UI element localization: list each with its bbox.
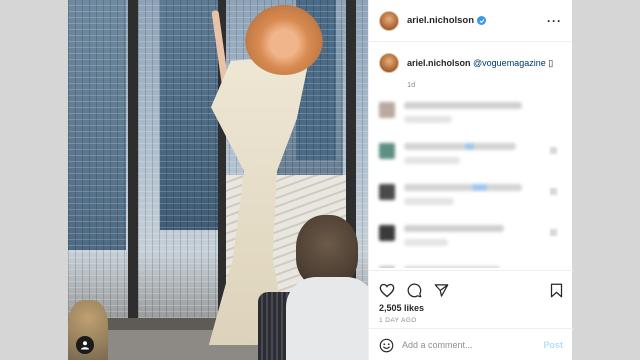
more-options-icon[interactable]: ··· xyxy=(547,14,562,28)
post-modal: ariel.nicholson ··· ariel.nicholson @vog… xyxy=(68,0,573,360)
blurred-comment xyxy=(404,266,500,268)
header-username[interactable]: ariel.nicholson xyxy=(407,15,474,26)
checkmark-glyph xyxy=(479,18,484,23)
caption-time: 1d xyxy=(407,80,416,89)
redacted-text xyxy=(404,239,448,246)
post-header: ariel.nicholson ··· xyxy=(369,0,572,42)
blurred-comment xyxy=(404,143,516,171)
caption-username[interactable]: ariel.nicholson xyxy=(407,58,471,68)
caption-avatar[interactable] xyxy=(379,53,399,73)
likes-count[interactable]: 2,505 likes xyxy=(369,303,573,313)
caption-text: ariel.nicholson @voguemagazine ▯ xyxy=(407,58,553,69)
caption-mention[interactable]: @voguemagazine xyxy=(473,58,546,68)
verified-badge-icon xyxy=(477,16,487,25)
comment-icon[interactable] xyxy=(407,283,422,298)
redacted-text xyxy=(404,102,522,109)
post-date: 1 DAY AGO xyxy=(379,317,417,324)
blurred-avatar xyxy=(379,102,395,118)
window-frame xyxy=(128,0,138,330)
share-icon[interactable] xyxy=(434,283,449,298)
list-item xyxy=(379,143,563,171)
post-comment-button[interactable]: Post xyxy=(543,340,563,350)
blurred-avatar xyxy=(379,143,395,159)
post-actions: 2,505 likes 1 DAY AGO Post xyxy=(369,270,573,360)
caption-suffix: ▯ xyxy=(548,57,554,68)
action-icons xyxy=(369,271,573,301)
list-item xyxy=(379,225,563,253)
post-photo[interactable] xyxy=(68,0,368,360)
add-comment-bar: Post xyxy=(369,328,573,360)
avatar[interactable] xyxy=(379,10,399,31)
comment-input[interactable] xyxy=(402,340,522,350)
redacted-text xyxy=(404,225,504,232)
blurred-avatar xyxy=(379,225,395,241)
bookmark-icon[interactable] xyxy=(550,283,563,298)
user-tag-glyph xyxy=(81,341,89,350)
blurred-heart xyxy=(550,229,557,236)
post-side-panel: ariel.nicholson ··· ariel.nicholson @vog… xyxy=(368,0,573,360)
person-body xyxy=(286,277,368,360)
model-hair xyxy=(245,5,323,75)
blurred-comment xyxy=(404,102,522,130)
redacted-text xyxy=(404,198,454,205)
redacted-text xyxy=(404,266,500,268)
blurred-comment xyxy=(404,184,522,212)
comments-list: ariel.nicholson @voguemagazine ▯ 1d xyxy=(369,43,573,268)
redacted-text xyxy=(404,157,460,164)
redacted-text xyxy=(404,184,522,191)
blurred-avatar xyxy=(379,266,395,268)
blurred-heart xyxy=(550,188,557,195)
post-caption: ariel.nicholson @voguemagazine ▯ xyxy=(379,53,563,73)
blurred-heart xyxy=(550,147,557,154)
redacted-text xyxy=(404,116,452,123)
emoji-icon[interactable] xyxy=(379,338,394,353)
redacted-text xyxy=(404,143,516,150)
heart-icon[interactable] xyxy=(379,283,395,298)
user-tag-icon[interactable] xyxy=(76,336,94,354)
blurred-avatar xyxy=(379,184,395,200)
list-item xyxy=(379,184,563,212)
list-item xyxy=(379,266,563,268)
list-item xyxy=(379,102,563,130)
blurred-comment xyxy=(404,225,504,253)
seated-person xyxy=(286,215,368,360)
